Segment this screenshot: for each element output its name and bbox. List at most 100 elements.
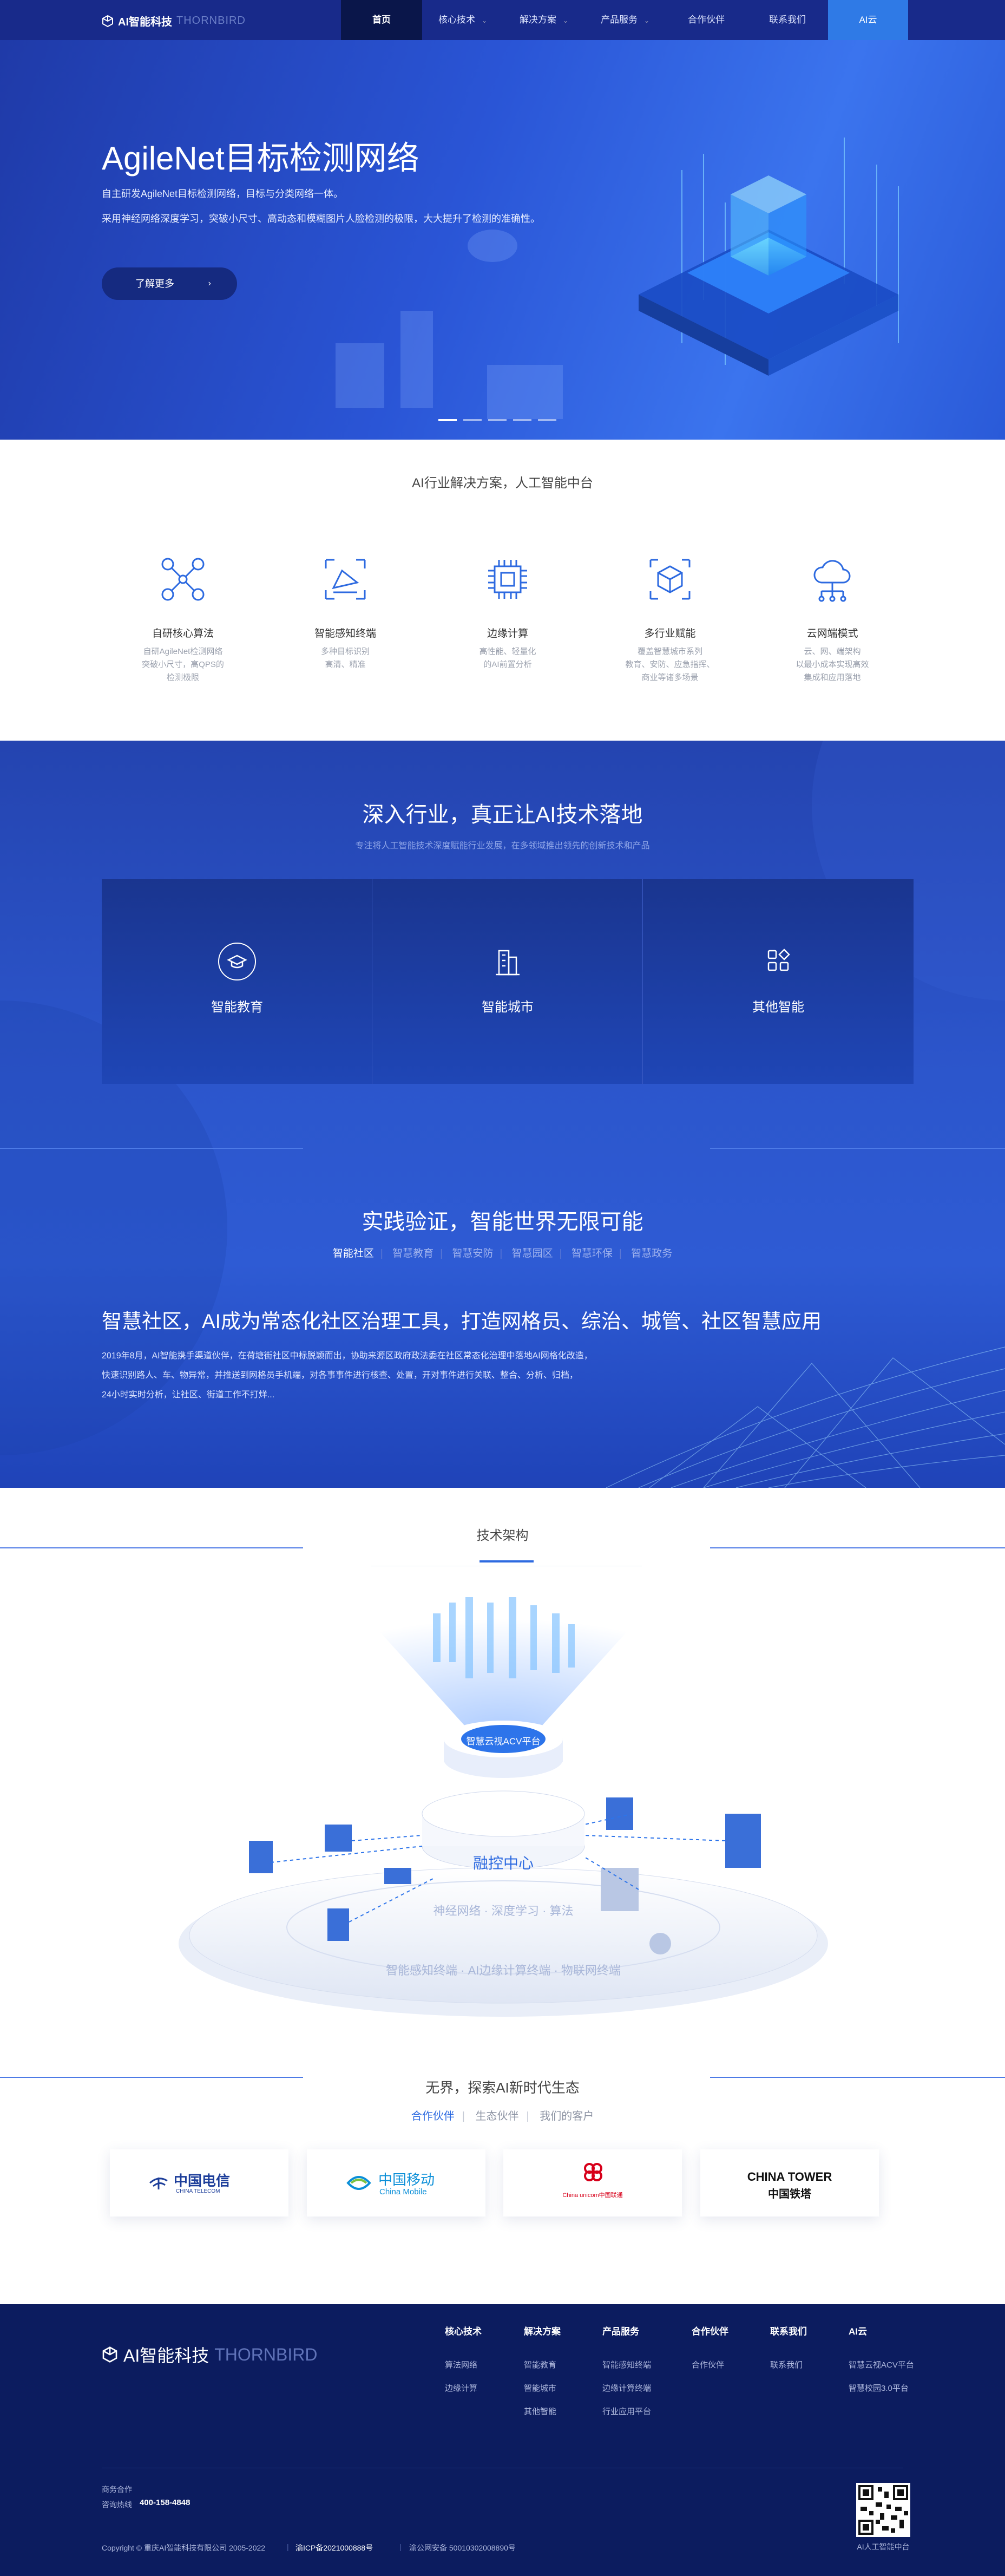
hub-label: 融控中心 bbox=[472, 1855, 534, 1872]
footer-link[interactable]: 联系我们 bbox=[770, 2359, 807, 2370]
solution-name: 自研核心算法 bbox=[152, 628, 214, 639]
china-mobile-logo bbox=[346, 2173, 372, 2193]
chip-icon bbox=[488, 560, 527, 599]
carousel-dot[interactable] bbox=[538, 419, 556, 421]
solution-desc: 覆盖智慧城市系列 教育、安防、应急指挥、 商业等诸多场景 bbox=[625, 647, 715, 682]
partner-en: CHINA TOWER bbox=[747, 2170, 832, 2183]
header-logo[interactable]: AI智能科技 THORNBIRD bbox=[102, 13, 246, 29]
icp-link[interactable]: 渝ICP备2021000888号 bbox=[295, 2542, 373, 2553]
hero-desc-1: 自主研发AgileNet目标检测网络，目标与分类网络一体。 bbox=[102, 188, 344, 199]
graduation-cap-icon bbox=[218, 943, 256, 980]
nav-ai-cloud[interactable]: AI云 bbox=[828, 0, 908, 40]
carousel-dot[interactable] bbox=[488, 419, 507, 421]
nav-solutions[interactable]: 解决方案 ⌄ bbox=[503, 0, 584, 40]
footer-column: AI云 智慧云视ACV平台 智慧校园3.0平台 bbox=[849, 2324, 914, 2405]
partner-name: 中国电信 bbox=[174, 2173, 231, 2189]
nav-ai-cloud-label: AI云 bbox=[859, 15, 877, 25]
nav-partners-label: 合作伙伴 bbox=[688, 15, 725, 25]
hotline-number[interactable]: 400-158-4848 bbox=[140, 2498, 190, 2507]
industry-card-label: 智能城市 bbox=[482, 1000, 534, 1015]
qr-code-image bbox=[856, 2483, 910, 2537]
tab-smart-government[interactable]: 智慧政务 bbox=[631, 1248, 672, 1259]
nav-home[interactable]: 首页 bbox=[341, 0, 422, 40]
cloud-network-icon bbox=[813, 560, 851, 602]
carousel-dot[interactable] bbox=[438, 419, 457, 421]
title-underline bbox=[479, 1560, 534, 1562]
case-paragraph: 24小时实时分析，让社区、街道工作不打烊... bbox=[102, 1390, 275, 1400]
footer-column-title: 解决方案 bbox=[524, 2326, 561, 2337]
tab-customers[interactable]: 我们的客户 bbox=[540, 2110, 594, 2122]
industry-card-other[interactable]: 其他智能 bbox=[643, 879, 914, 1084]
apps-grid-icon bbox=[767, 949, 790, 971]
hero-title: AgileNet目标检测网络 bbox=[102, 140, 419, 176]
footer-link[interactable]: 智能感知终端 bbox=[602, 2359, 651, 2370]
tab-smart-environment[interactable]: 智慧环保 bbox=[572, 1248, 613, 1259]
partner-name: 中国铁塔 bbox=[768, 2188, 811, 2200]
divider-line bbox=[0, 1148, 303, 1149]
footer-logo-text: AI智能科技 bbox=[123, 2346, 209, 2365]
architecture-title: 技术架构 bbox=[476, 1528, 529, 1543]
camera-sensing-icon bbox=[325, 559, 366, 600]
footer-link[interactable]: 行业应用平台 bbox=[602, 2405, 651, 2417]
nav-partners[interactable]: 合作伙伴 bbox=[666, 0, 747, 40]
carousel-dot[interactable] bbox=[463, 419, 482, 421]
industry-section: 深入行业，真正让AI技术落地 专注将人工智能技术深度赋能行业发展，在多领域推出领… bbox=[0, 741, 1005, 1488]
footer-link[interactable]: 智能城市 bbox=[524, 2382, 561, 2394]
copyright-text: Copyright © 重庆AI智能科技有限公司 2005-2022 bbox=[102, 2544, 266, 2552]
carousel-dot[interactable] bbox=[513, 419, 531, 421]
footer-link[interactable]: 智慧校园3.0平台 bbox=[849, 2382, 914, 2394]
footer-column: 产品服务 智能感知终端 边缘计算终端 行业应用平台 bbox=[602, 2324, 651, 2429]
learn-more-button[interactable]: 了解更多 › bbox=[102, 267, 237, 300]
top-header: AI智能科技 THORNBIRD 首页 核心技术 ⌄ 解决方案 ⌄ 产品服务 ⌄ 合作… bbox=[0, 0, 1005, 40]
footer-separator: | bbox=[399, 2542, 402, 2551]
solution-item[interactable]: 自研核心算法 自研AgileNet检测网络 突破小尺寸，高QPS的 检测极限 bbox=[137, 552, 229, 684]
tab-smart-security[interactable]: 智慧安防 bbox=[452, 1248, 493, 1259]
footer-logo[interactable]: AI智能科技 THORNBIRD bbox=[102, 2342, 317, 2367]
industry-card-education[interactable]: 智能教育 bbox=[102, 879, 372, 1084]
footer-column-title: 产品服务 bbox=[602, 2326, 639, 2337]
practice-title: 实践验证，智能世界无限可能 bbox=[362, 1210, 643, 1234]
tab-partners[interactable]: 合作伙伴 bbox=[411, 2110, 455, 2122]
footer-link[interactable]: 智慧云视ACV平台 bbox=[849, 2359, 914, 2370]
solution-item[interactable]: 智能感知终端 多种目标识别 高清、精准 bbox=[299, 552, 391, 671]
platform-label: 智慧云视ACV平台 bbox=[466, 1736, 541, 1747]
footer-link[interactable]: 边缘计算 bbox=[445, 2382, 482, 2394]
footer-column-title: 联系我们 bbox=[770, 2326, 807, 2337]
footer-link[interactable]: 算法网络 bbox=[445, 2359, 482, 2370]
tab-separator: | bbox=[440, 1248, 443, 1259]
footer-link[interactable]: 智能教育 bbox=[524, 2359, 561, 2370]
case-paragraph: 2019年8月，AI智能携手渠道伙伴，在荷塘街社区中标脱颖而出，协助来源区政府政… bbox=[102, 1351, 593, 1361]
partner-logo-mobile[interactable]: 中国移动 China Mobile bbox=[307, 2149, 485, 2217]
footer-link[interactable]: 其他智能 bbox=[524, 2405, 561, 2417]
case-title: 智慧社区，AI成为常态化社区治理工具，打造网格员、综治、城管、社区智慧应用 bbox=[102, 1310, 822, 1332]
partner-logo-telecom[interactable]: 中国电信 CHINA TELECOM bbox=[110, 2149, 288, 2217]
tab-separator: | bbox=[380, 1248, 383, 1259]
solution-item[interactable]: 云网端模式 云、网、端架构 以最小成本实现高效 集成和应用落地 bbox=[786, 552, 878, 684]
chevron-down-icon: ⌄ bbox=[481, 17, 488, 24]
hotline-label: 咨询热线 bbox=[102, 2500, 132, 2509]
tab-smart-education[interactable]: 智慧教育 bbox=[392, 1248, 433, 1259]
tab-eco-partners[interactable]: 生态伙伴 bbox=[476, 2110, 519, 2122]
nav-products[interactable]: 产品服务 ⌄ bbox=[584, 0, 666, 40]
tab-smart-park[interactable]: 智慧园区 bbox=[512, 1248, 553, 1259]
industry-card-city[interactable]: 智能城市 bbox=[372, 879, 643, 1084]
solution-item[interactable]: 边缘计算 高性能、轻量化 的AI前置分析 bbox=[462, 552, 554, 671]
qr-caption: AI人工智能中台 bbox=[857, 2542, 910, 2551]
learn-more-label: 了解更多 bbox=[135, 278, 174, 289]
chevron-right-icon: › bbox=[208, 279, 211, 288]
cube-scan-icon bbox=[649, 559, 691, 600]
partner-logo-unicom[interactable]: China unicom中国联通 bbox=[503, 2149, 682, 2217]
solutions-title: AI行业解决方案，人工智能中台 bbox=[412, 476, 593, 491]
partner-logo-tower[interactable]: CHINA TOWER 中国铁塔 bbox=[700, 2149, 879, 2217]
nav-core-tech[interactable]: 核心技术 ⌄ bbox=[422, 0, 503, 40]
footer-link[interactable]: 合作伙伴 bbox=[692, 2359, 728, 2370]
solution-item[interactable]: 多行业赋能 覆盖智慧城市系列 教育、安防、应急指挥、 商业等诸多场景 bbox=[624, 552, 716, 684]
nav-contact[interactable]: 联系我们 bbox=[747, 0, 828, 40]
tab-smart-community[interactable]: 智能社区 bbox=[333, 1248, 374, 1259]
china-unicom-logo bbox=[580, 2159, 606, 2185]
footer-column: 解决方案 智能教育 智能城市 其他智能 bbox=[524, 2324, 561, 2429]
hero-illustration bbox=[336, 138, 899, 419]
footer-link[interactable]: 边缘计算终端 bbox=[602, 2382, 651, 2394]
police-record-link[interactable]: 渝公网安备 50010302008890号 bbox=[409, 2542, 516, 2553]
partner-tabs: 合作伙伴 | 生态伙伴 | 我们的客户 bbox=[0, 2107, 1005, 2123]
